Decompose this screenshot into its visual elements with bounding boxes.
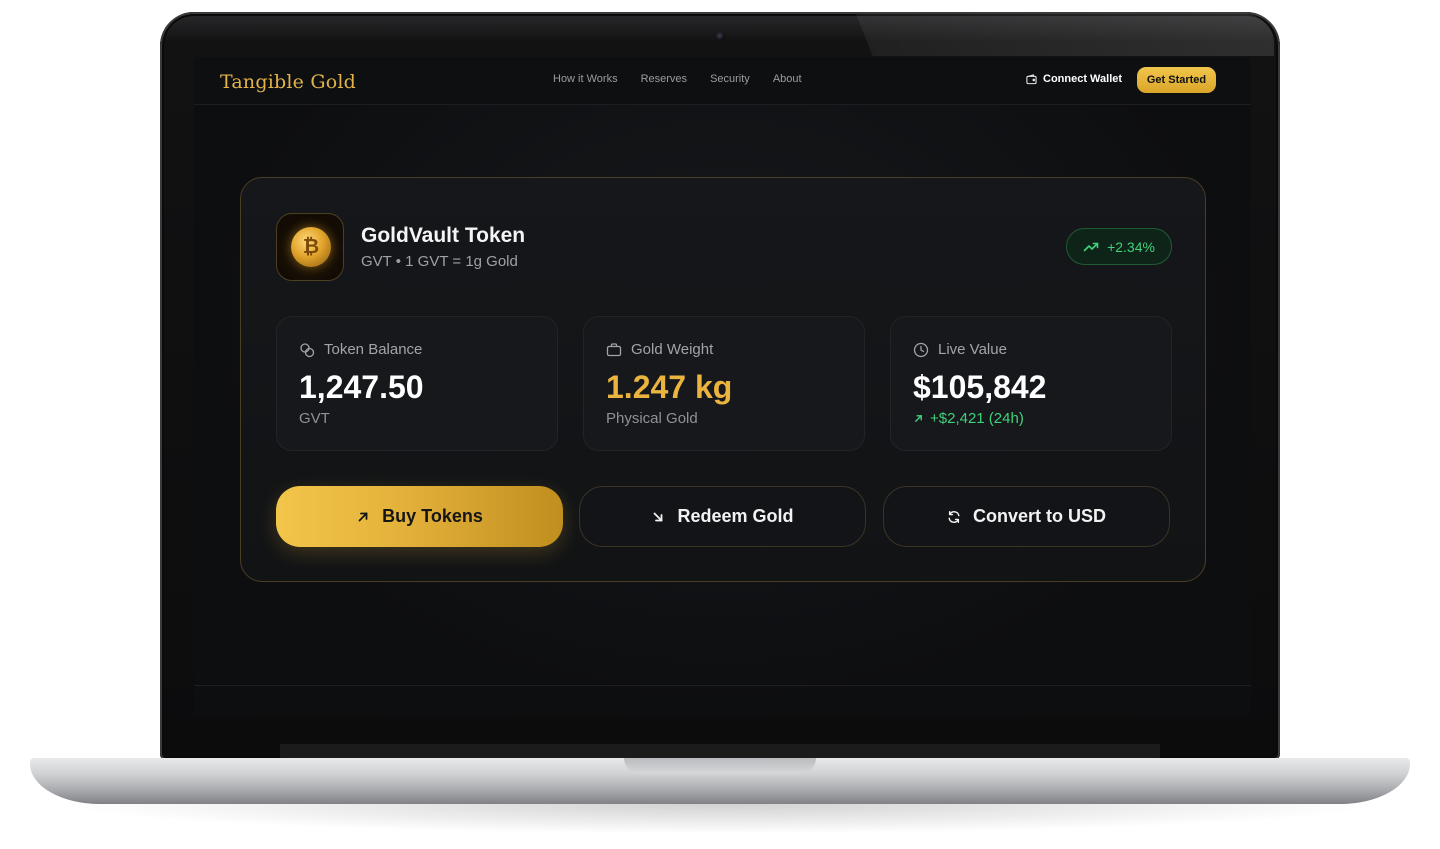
webcam: [716, 32, 725, 41]
stat-header: Live Value: [913, 341, 1007, 358]
nav-link-reserves[interactable]: Reserves: [641, 73, 687, 85]
gold-weight-value: 1.247 kg: [606, 369, 733, 405]
lid-glare: [856, 14, 1274, 56]
arrow-up-right-icon: [915, 415, 922, 422]
laptop-shadow: [60, 804, 1380, 834]
stat-label: Token Balance: [324, 341, 423, 358]
token-name: GoldVault Token: [361, 224, 526, 247]
trending-up-icon: [1083, 242, 1099, 251]
token-subtitle: GVT • 1 GVT = 1g Gold: [361, 253, 518, 270]
gold-weight-caption: Physical Gold: [606, 410, 698, 427]
nav-link-about[interactable]: About: [773, 73, 802, 85]
arrow-down-right-icon: [654, 512, 663, 521]
stat-header: Token Balance: [299, 341, 422, 358]
redeem-gold-label: Redeem Gold: [677, 506, 794, 526]
stat-live-value: Live Value $105,842 +$2,421 (24h): [890, 316, 1172, 451]
bitcoin-coin-icon: ₿: [291, 227, 331, 267]
get-started-button[interactable]: Get Started: [1137, 67, 1216, 93]
stat-label: Live Value: [938, 341, 1007, 358]
stat-token-balance: Token Balance 1,247.50 GVT: [276, 316, 558, 451]
footer-divider: [194, 685, 1251, 686]
token-balance-unit: GVT: [299, 410, 330, 427]
stat-header: Gold Weight: [606, 341, 713, 358]
laptop-notch: [624, 758, 816, 774]
coins-icon: [300, 342, 315, 357]
site-logo[interactable]: Tangible Gold: [220, 71, 356, 93]
clock-icon: [913, 342, 929, 357]
token-logo: ₿: [276, 213, 344, 281]
refresh-icon: [948, 510, 960, 523]
briefcase-icon: [606, 342, 622, 356]
connect-wallet-label: Connect Wallet: [1043, 73, 1123, 85]
arrow-up-right-icon: [358, 512, 368, 521]
buy-tokens-button[interactable]: Buy Tokens: [276, 486, 563, 547]
stat-label: Gold Weight: [631, 341, 714, 358]
live-value-change: +$2,421 (24h): [913, 410, 1024, 427]
nav-link-security[interactable]: Security: [710, 73, 750, 85]
buy-tokens-label: Buy Tokens: [382, 506, 483, 526]
token-card: ₿ GoldVault Token GVT • 1 GVT = 1g Gold …: [240, 177, 1206, 582]
redeem-gold-button[interactable]: Redeem Gold: [579, 486, 866, 547]
live-value-amount: $105,842: [913, 369, 1047, 405]
site-header: Tangible Gold How it Works Reserves Secu…: [194, 57, 1251, 105]
connect-wallet-button[interactable]: Connect Wallet: [1026, 73, 1122, 85]
live-value-change-text: +$2,421 (24h): [930, 410, 1024, 427]
nav-link-how-it-works[interactable]: How it Works: [553, 73, 618, 85]
price-change-badge: +2.34%: [1066, 228, 1172, 265]
laptop-screen: Tangible Gold How it Works Reserves Secu…: [194, 57, 1251, 715]
nav-links: How it Works Reserves Security About: [553, 73, 802, 85]
wallet-icon: [1026, 73, 1037, 84]
convert-usd-label: Convert to USD: [972, 506, 1106, 526]
laptop-hinge: [280, 744, 1160, 758]
token-balance-value: 1,247.50: [299, 369, 424, 405]
convert-usd-button[interactable]: Convert to USD: [883, 486, 1170, 547]
stat-gold-weight: Gold Weight 1.247 kg Physical Gold: [583, 316, 865, 451]
price-change-value: +2.34%: [1107, 238, 1155, 255]
